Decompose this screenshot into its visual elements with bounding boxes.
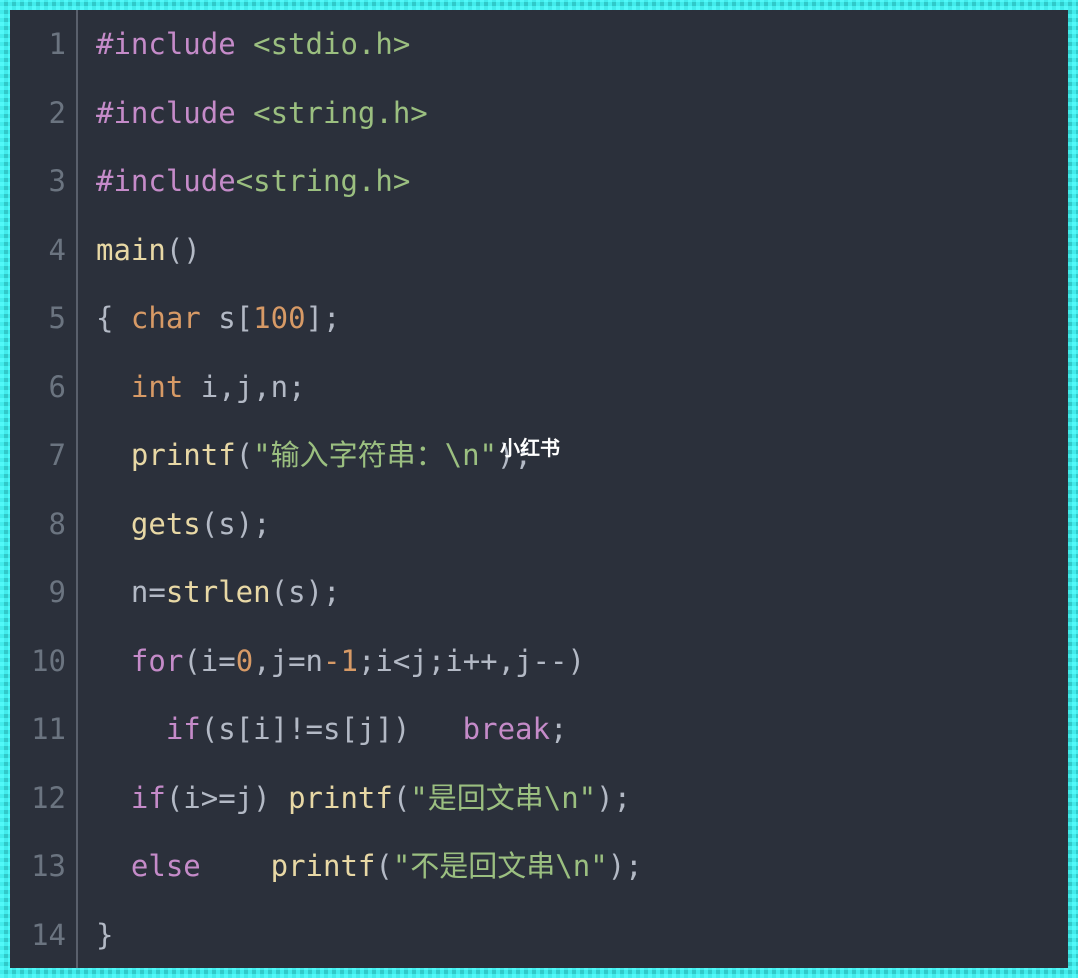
line-number: 1: [49, 10, 66, 79]
token-fn: main: [96, 233, 166, 267]
token-pl: [96, 438, 131, 472]
token-kw: if: [166, 712, 201, 746]
code-line[interactable]: n=strlen(s);: [96, 558, 1068, 627]
token-pp: #include: [96, 164, 236, 198]
token-pl: ,j=n: [253, 644, 323, 678]
token-pl: (: [393, 781, 410, 815]
token-pl: [96, 781, 131, 815]
token-pp: #include: [96, 96, 253, 130]
code-line[interactable]: for(i=0,j=n-1;i<j;i++,j--): [96, 627, 1068, 696]
token-kw: for: [131, 644, 183, 678]
token-pl: s[: [201, 301, 253, 335]
code-line[interactable]: { char s[100];: [96, 284, 1068, 353]
code-area[interactable]: #include <stdio.h>#include <string.h>#in…: [92, 10, 1068, 968]
token-inc: <string.h>: [236, 164, 411, 198]
token-pl: (s[i]!=s[j]): [201, 712, 463, 746]
code-line[interactable]: else printf("不是回文串\n");: [96, 832, 1068, 901]
line-number: 8: [49, 490, 66, 559]
token-ty: int: [131, 370, 183, 404]
line-number: 10: [31, 627, 66, 696]
token-inc: <string.h>: [253, 96, 428, 130]
token-str: "不是回文串\n": [393, 849, 608, 883]
token-str: "输入字符串：\n": [253, 438, 497, 472]
token-pp: #include: [96, 27, 253, 61]
code-line[interactable]: }: [96, 901, 1068, 970]
token-num: 100: [253, 301, 305, 335]
token-kw: else: [131, 849, 201, 883]
line-number: 6: [49, 353, 66, 422]
line-number: 7: [49, 421, 66, 490]
token-fn: printf: [131, 438, 236, 472]
token-pl: (i>=j): [166, 781, 288, 815]
token-kw: break: [463, 712, 550, 746]
token-pl: (s);: [271, 575, 341, 609]
token-pl: {: [96, 301, 131, 335]
token-pl: (): [166, 233, 201, 267]
token-kw: if: [131, 781, 166, 815]
code-line[interactable]: printf("输入字符串：\n");: [96, 421, 1068, 490]
token-str: "是回文串\n": [410, 781, 596, 815]
token-pl: [96, 507, 131, 541]
line-number: 4: [49, 216, 66, 285]
token-pl: );: [608, 849, 643, 883]
token-pl: (: [375, 849, 392, 883]
token-num: 0: [236, 644, 253, 678]
token-pl: ];: [306, 301, 341, 335]
token-fn: gets: [131, 507, 201, 541]
code-line[interactable]: if(i>=j) printf("是回文串\n");: [96, 764, 1068, 833]
code-line[interactable]: #include <stdio.h>: [96, 10, 1068, 79]
token-pl: ;i<j;i++,j--): [358, 644, 585, 678]
token-pl: ;: [550, 712, 567, 746]
token-pl: (: [236, 438, 253, 472]
token-pl: (i=: [183, 644, 235, 678]
token-num: -1: [323, 644, 358, 678]
line-number: 5: [49, 284, 66, 353]
token-pl: [96, 849, 131, 883]
token-pl: );: [596, 781, 631, 815]
line-number: 13: [31, 832, 66, 901]
line-number-gutter: 1234567891011121314: [10, 10, 78, 968]
code-line[interactable]: #include<string.h>: [96, 147, 1068, 216]
token-pl: [96, 712, 166, 746]
watermark: 小红书: [500, 432, 560, 461]
code-line[interactable]: main(): [96, 216, 1068, 285]
token-pl: }: [96, 918, 113, 952]
code-line[interactable]: #include <string.h>: [96, 79, 1068, 148]
line-number: 11: [31, 695, 66, 764]
token-pl: n=: [96, 575, 166, 609]
token-fn: strlen: [166, 575, 271, 609]
code-line[interactable]: int i,j,n;: [96, 353, 1068, 422]
token-pl: i,j,n;: [183, 370, 305, 404]
line-number: 2: [49, 79, 66, 148]
line-number: 14: [31, 901, 66, 970]
code-line[interactable]: if(s[i]!=s[j]) break;: [96, 695, 1068, 764]
token-pl: (s);: [201, 507, 271, 541]
line-number: 9: [49, 558, 66, 627]
line-number: 12: [31, 764, 66, 833]
code-editor: 1234567891011121314 #include <stdio.h>#i…: [10, 10, 1068, 968]
token-pl: [96, 644, 131, 678]
token-fn: printf: [288, 781, 393, 815]
line-number: 3: [49, 147, 66, 216]
token-ty: char: [131, 301, 201, 335]
code-line[interactable]: gets(s);: [96, 490, 1068, 559]
token-pl: [201, 849, 271, 883]
token-inc: <stdio.h>: [253, 27, 410, 61]
token-pl: [96, 370, 131, 404]
token-fn: printf: [271, 849, 376, 883]
